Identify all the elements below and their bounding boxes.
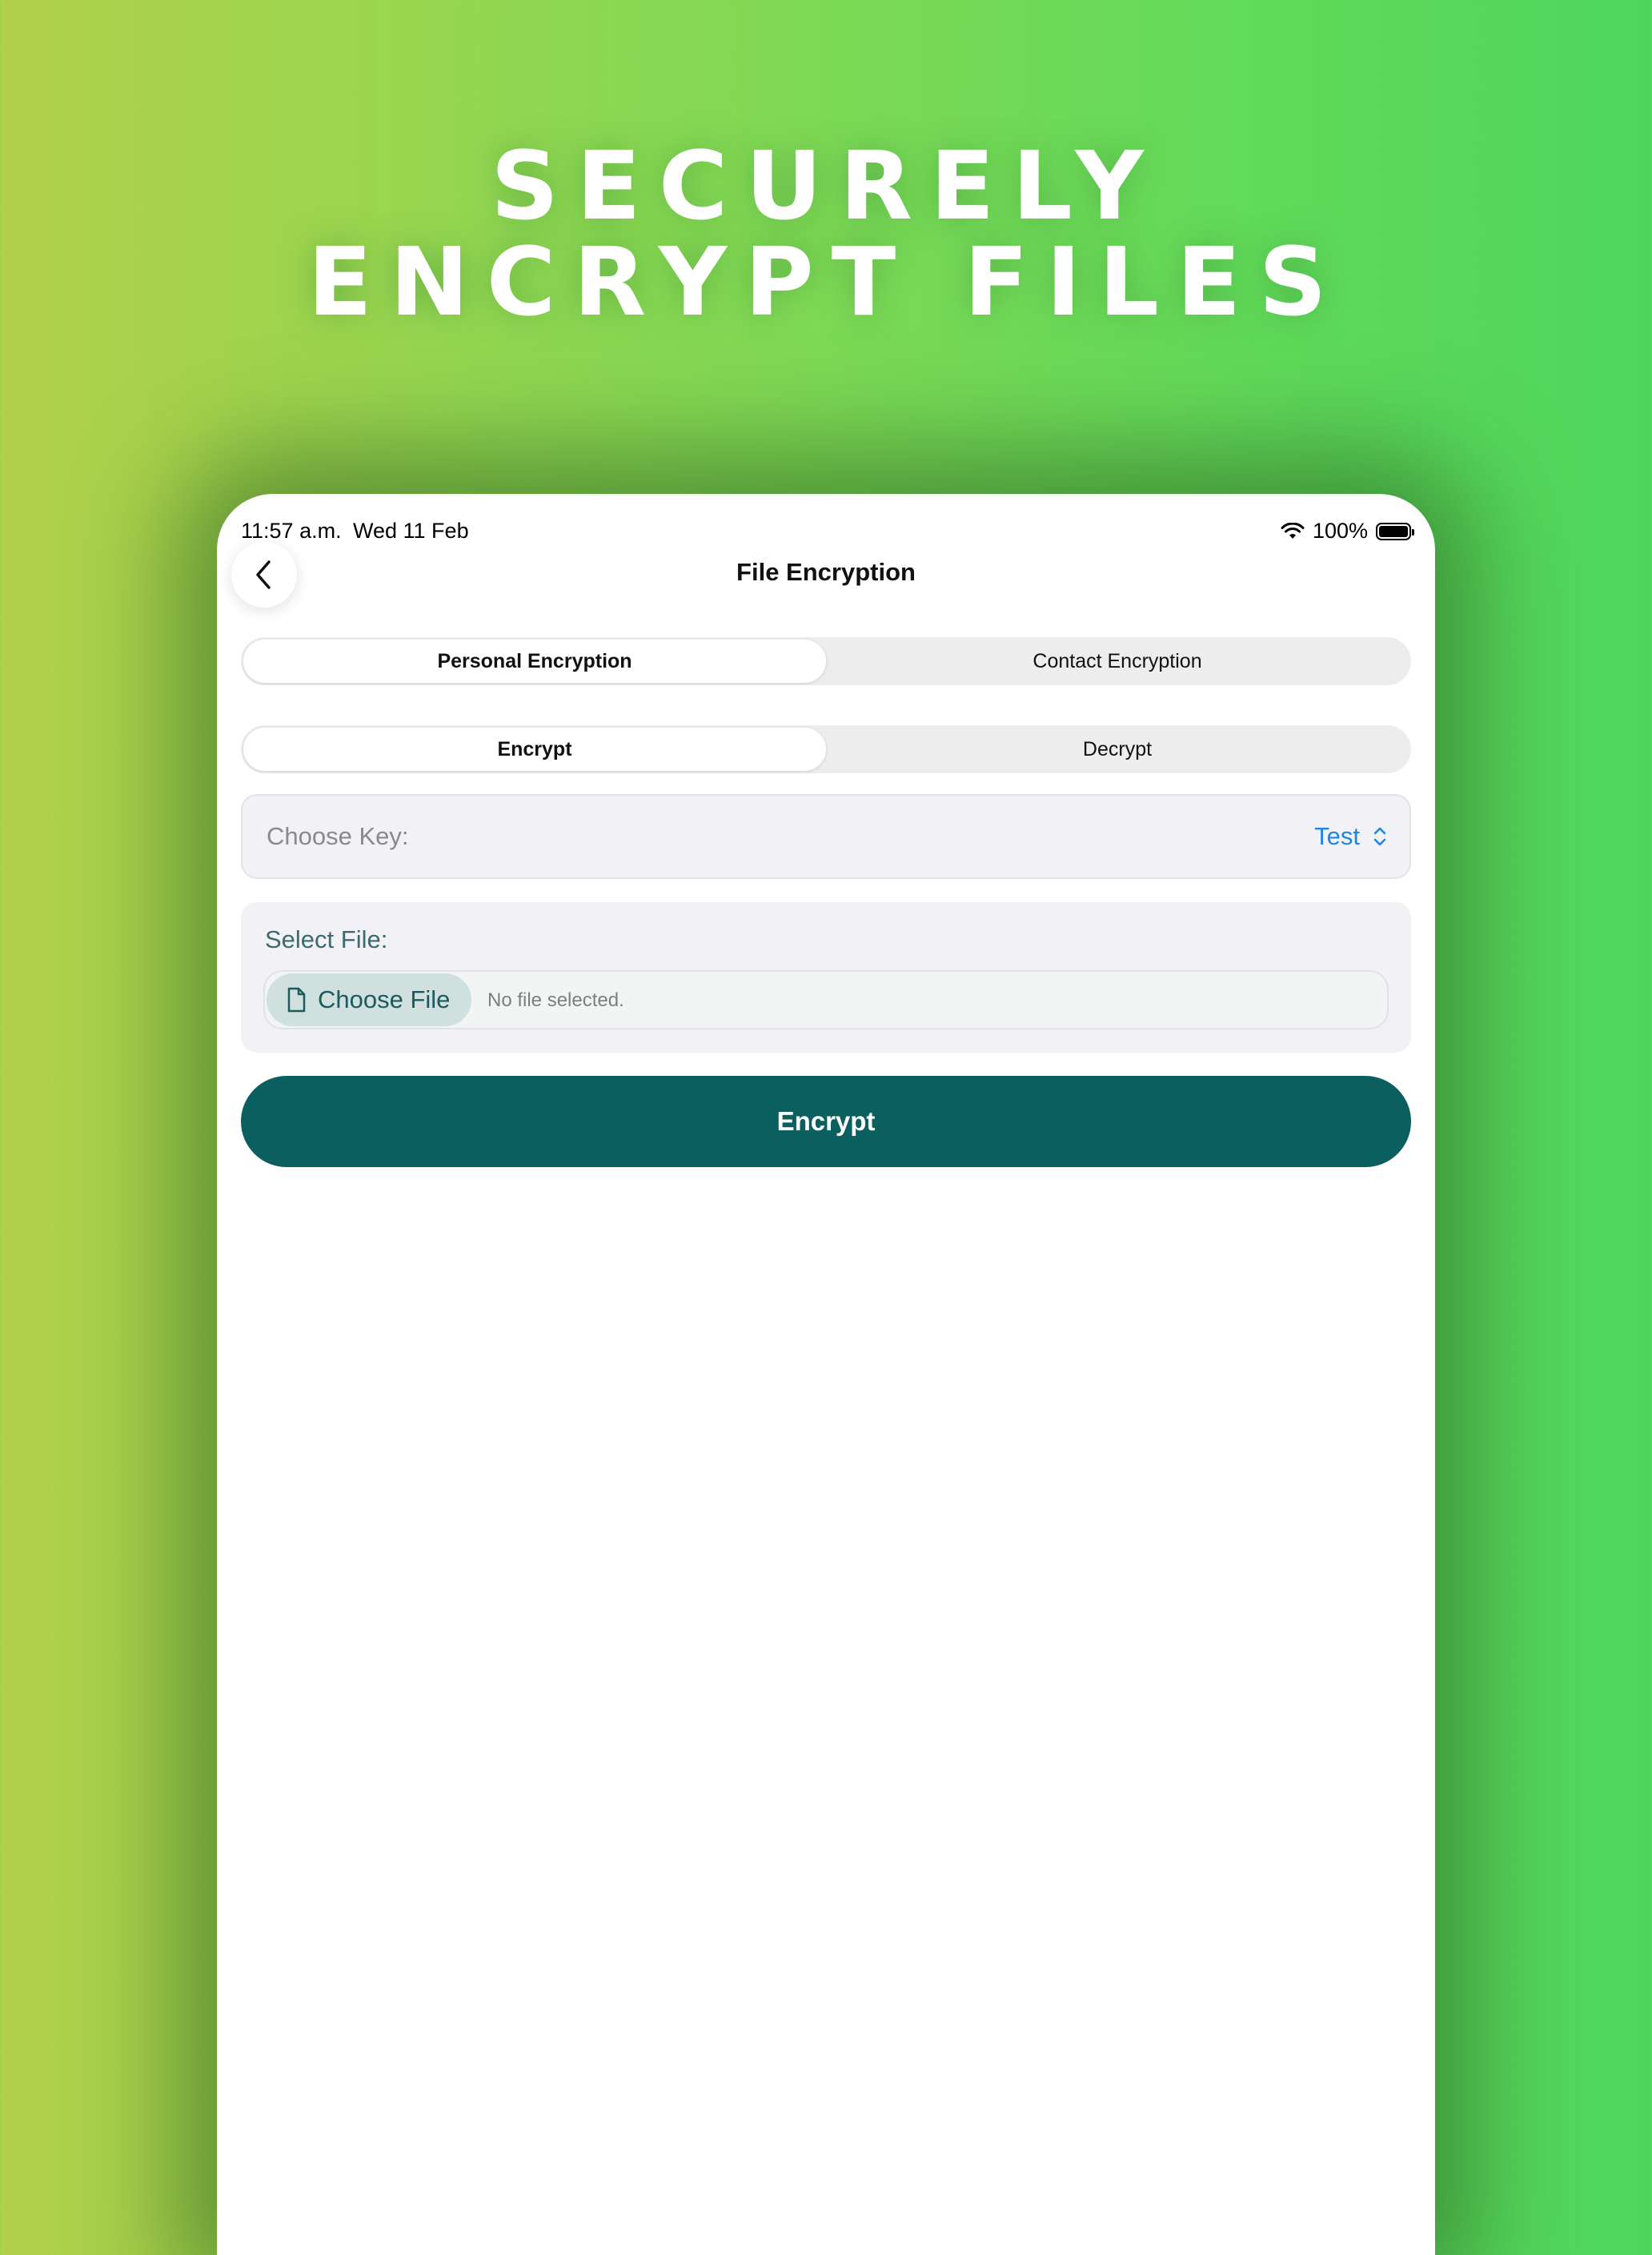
encrypt-decrypt-control: Encrypt Decrypt	[241, 725, 1411, 773]
tab-personal-encryption[interactable]: Personal Encryption	[243, 640, 826, 683]
tab-decrypt[interactable]: Decrypt	[826, 728, 1409, 771]
chevron-up-down-icon	[1373, 827, 1386, 846]
battery-icon	[1376, 522, 1414, 540]
key-picker-value: Test	[1314, 822, 1360, 850]
tablet-screen: 11:57 a.m. Wed 11 Feb 100% File Encrypti…	[217, 494, 1435, 2255]
choose-file-button[interactable]: Choose File	[267, 973, 471, 1026]
status-date: Wed 11 Feb	[353, 519, 469, 543]
status-bar: 11:57 a.m. Wed 11 Feb 100%	[241, 506, 1414, 554]
file-input[interactable]: Choose File No file selected.	[263, 970, 1389, 1029]
wifi-icon	[1281, 522, 1305, 539]
battery-percent: 100%	[1312, 519, 1368, 543]
status-right: 100%	[1281, 519, 1414, 544]
choose-key-label: Choose Key:	[267, 822, 409, 850]
tab-contact-encryption[interactable]: Contact Encryption	[826, 640, 1409, 683]
select-file-card: Select File: Choose File No file selecte…	[241, 902, 1411, 1053]
headline-line-2: ENCRYPT FILES	[307, 227, 1345, 337]
encryption-mode-control: Personal Encryption Contact Encryption	[241, 637, 1411, 685]
encrypt-button[interactable]: Encrypt	[241, 1076, 1411, 1167]
file-status: No file selected.	[487, 989, 624, 1011]
document-icon	[287, 987, 306, 1013]
key-picker[interactable]: Test	[1314, 822, 1387, 851]
choose-file-label: Choose File	[318, 985, 451, 1013]
tab-encrypt[interactable]: Encrypt	[243, 728, 826, 771]
headline-line-1: SECURELY	[491, 130, 1161, 241]
page-title: File Encryption	[736, 558, 916, 586]
choose-key-row: Choose Key: Test	[241, 794, 1411, 879]
status-time: 11:57 a.m.	[241, 519, 342, 543]
select-file-label: Select File:	[265, 925, 388, 953]
